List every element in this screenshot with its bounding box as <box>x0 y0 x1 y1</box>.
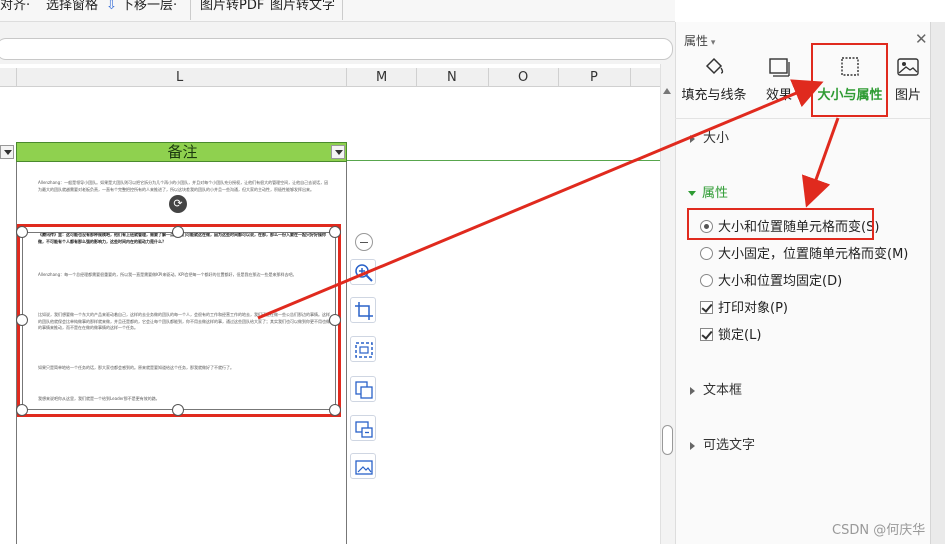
annotation-arrows <box>257 79 840 320</box>
annotation-arrow <box>257 79 824 320</box>
annotation-arrow <box>801 117 840 208</box>
